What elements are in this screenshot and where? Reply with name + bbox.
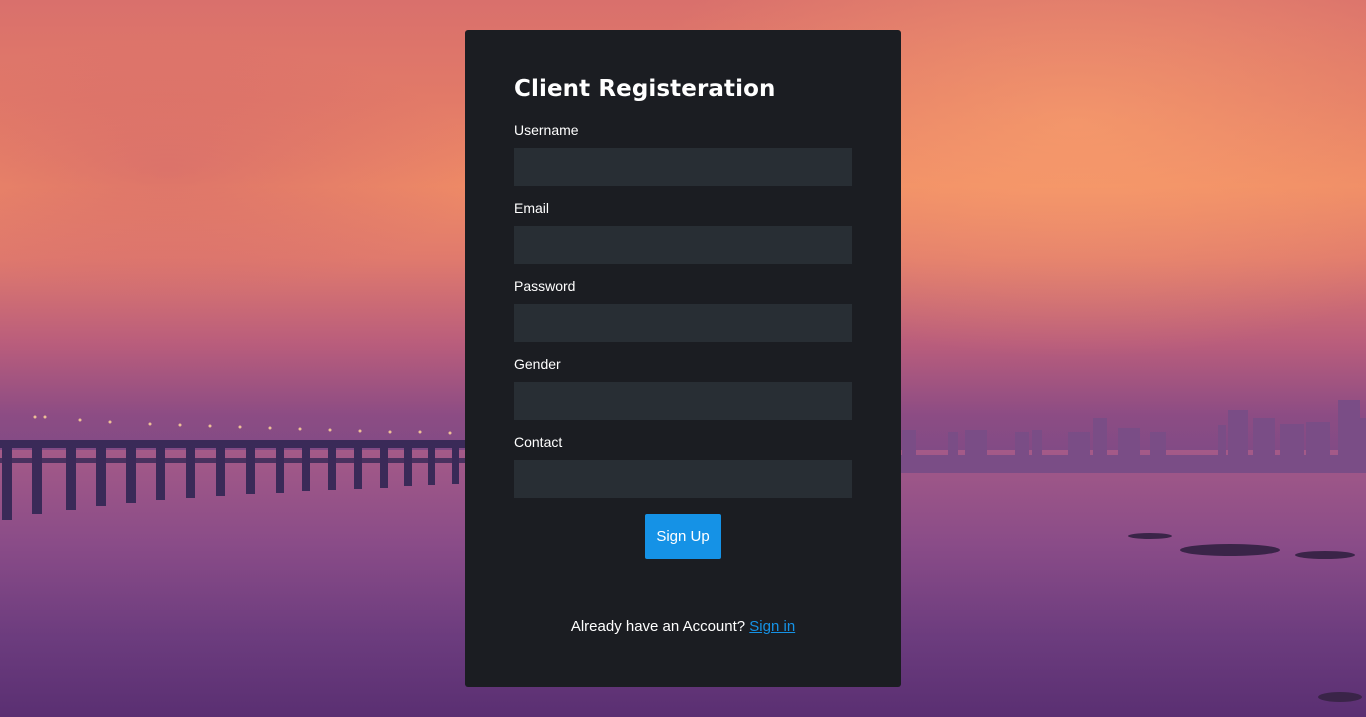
rocks xyxy=(1128,533,1362,702)
sign-in-link[interactable]: Sign in xyxy=(749,618,795,635)
gender-input[interactable] xyxy=(514,382,852,420)
sign-up-button[interactable]: Sign Up xyxy=(645,514,721,559)
email-label: Email xyxy=(514,200,550,216)
sign-in-prompt: Already have an Account? Sign in xyxy=(465,618,901,635)
username-label: Username xyxy=(514,122,579,138)
password-label: Password xyxy=(514,278,576,294)
bridge xyxy=(0,440,470,520)
skyline xyxy=(900,400,1366,473)
contact-label: Contact xyxy=(514,434,563,450)
registration-card: Client Registeration Username Email Pass… xyxy=(465,30,901,687)
footer-text: Already have an Account? xyxy=(570,618,746,635)
background-photo: Client Registeration Username Email Pass… xyxy=(0,0,1366,717)
gender-label: Gender xyxy=(514,356,561,372)
username-input[interactable] xyxy=(514,148,852,186)
email-input[interactable] xyxy=(514,226,852,264)
contact-input[interactable] xyxy=(514,460,852,498)
password-input[interactable] xyxy=(514,304,852,342)
form-title: Client Registeration xyxy=(514,76,776,102)
